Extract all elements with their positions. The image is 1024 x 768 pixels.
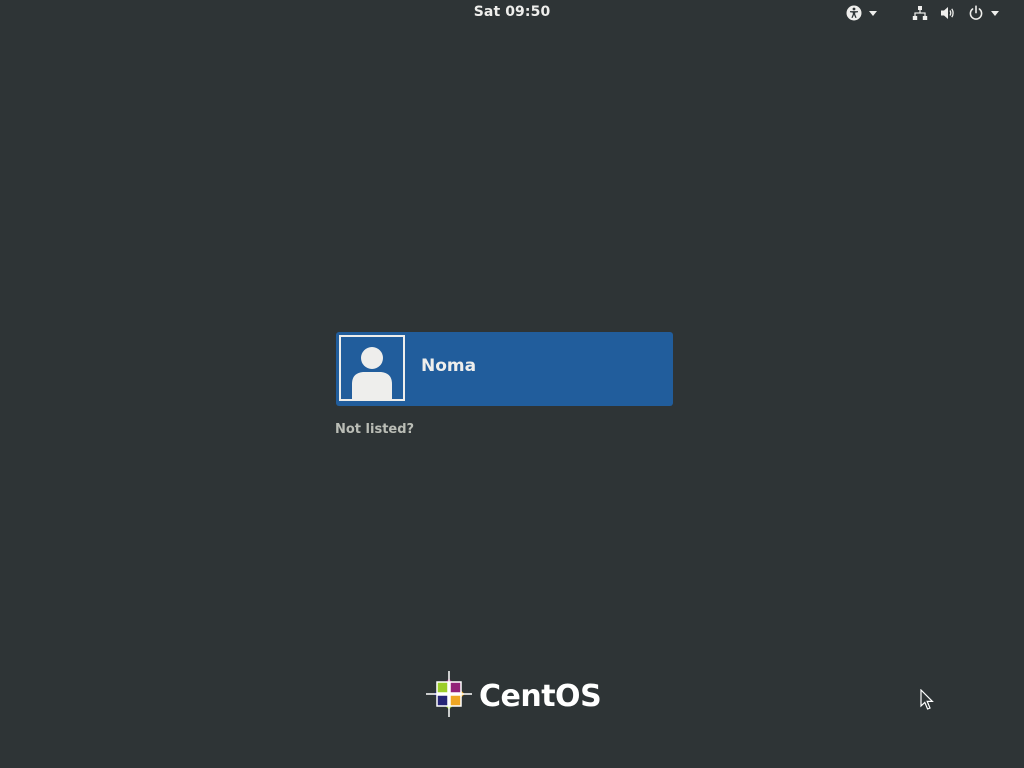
user-name: Noma (421, 356, 477, 376)
chevron-down-icon (991, 11, 999, 16)
user-list: Noma (336, 332, 673, 406)
mouse-pointer-icon (920, 688, 934, 715)
accessibility-icon (846, 5, 862, 21)
accessibility-menu-button[interactable] (846, 2, 877, 24)
logo-text: CentOS (479, 678, 602, 714)
default-user-avatar-icon (339, 335, 405, 401)
volume-icon (940, 5, 956, 21)
login-screen: Sat 09:50 Noma Not listed? CentOS (0, 0, 1024, 768)
centos-emblem-icon (425, 670, 473, 722)
power-icon (968, 5, 984, 21)
system-menu-button[interactable] (912, 2, 999, 24)
chevron-down-icon (869, 11, 877, 16)
not-listed-button[interactable]: Not listed? (335, 422, 414, 437)
user-item-noma[interactable]: Noma (336, 332, 673, 406)
network-wired-icon (912, 5, 928, 21)
clock[interactable]: Sat 09:50 (474, 4, 551, 20)
centos-logo: CentOS (425, 670, 602, 722)
top-bar: Sat 09:50 (0, 0, 1024, 26)
